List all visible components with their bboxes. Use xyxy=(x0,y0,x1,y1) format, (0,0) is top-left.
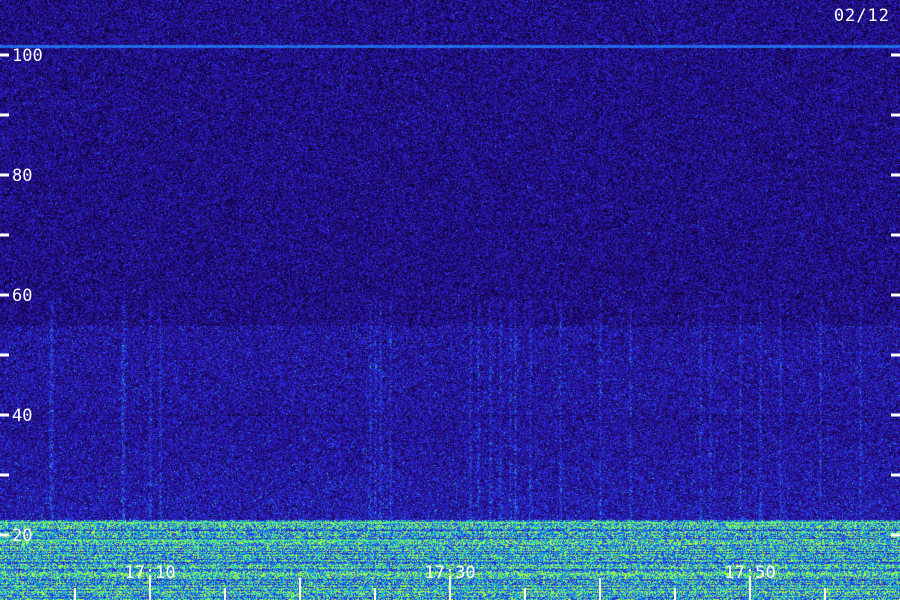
axes-overlay: 20 40 60 80 100 17:10 17:30 17:50 xyxy=(0,46,900,600)
y-tick-right xyxy=(891,293,900,297)
y-tick-right xyxy=(891,173,900,177)
y-tick-right xyxy=(891,233,900,237)
x-tick-label: 17:10 xyxy=(124,563,175,583)
x-tick-major xyxy=(599,578,601,600)
x-tick-minor xyxy=(674,588,676,600)
y-tick-left xyxy=(0,413,9,417)
x-tick-label: 17:50 xyxy=(724,563,775,583)
y-tick-label: 100 xyxy=(12,46,43,66)
y-tick-right xyxy=(891,473,900,477)
y-tick-label: 60 xyxy=(12,286,32,306)
y-tick-right xyxy=(891,53,900,57)
y-tick-label: 20 xyxy=(12,526,32,546)
x-tick-major xyxy=(299,578,301,600)
x-tick-minor xyxy=(524,588,526,600)
y-tick-right xyxy=(891,413,900,417)
x-tick-minor xyxy=(74,588,76,600)
y-tick-right xyxy=(891,113,900,117)
x-tick-minor xyxy=(374,588,376,600)
x-tick-minor xyxy=(824,588,826,600)
y-tick-left xyxy=(0,353,9,357)
y-tick-left xyxy=(0,53,9,57)
y-tick-right xyxy=(891,353,900,357)
y-tick-left xyxy=(0,473,9,477)
y-tick-right xyxy=(891,533,900,537)
x-tick-minor xyxy=(224,588,226,600)
y-tick-label: 80 xyxy=(12,166,32,186)
y-tick-label: 40 xyxy=(12,406,32,426)
y-tick-left xyxy=(0,173,9,177)
x-tick-label: 17:30 xyxy=(424,563,475,583)
date-label: 02/12 xyxy=(833,6,890,26)
y-tick-left xyxy=(0,113,9,117)
spectrogram-chart: 20 40 60 80 100 17:10 17:30 17:50 02/12 xyxy=(0,0,900,600)
y-tick-left xyxy=(0,233,9,237)
y-tick-left xyxy=(0,533,9,537)
y-tick-left xyxy=(0,293,9,297)
